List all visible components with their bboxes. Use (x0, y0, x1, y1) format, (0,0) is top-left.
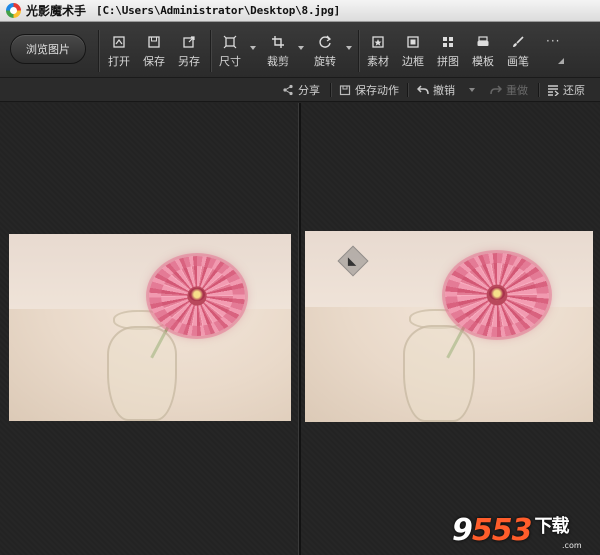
redo-label: 重做 (506, 84, 528, 97)
expand-corner-icon[interactable] (558, 58, 564, 64)
collage-label: 拼图 (437, 55, 459, 68)
watermark-digit: 9 (452, 513, 473, 548)
template-label: 模板 (472, 55, 494, 68)
panel-divider[interactable] (298, 103, 301, 555)
save-action-label: 保存动作 (355, 84, 399, 97)
rotate-icon (310, 32, 340, 50)
rotate-label: 旋转 (314, 55, 336, 68)
undo-label: 撤销 (433, 84, 455, 97)
collage-icon (433, 32, 463, 50)
material-icon (363, 32, 393, 50)
redo-button[interactable]: 重做 (490, 82, 528, 98)
browse-images-button[interactable]: 浏览图片 (10, 34, 86, 64)
save-action-button[interactable]: 保存动作 (339, 82, 399, 98)
share-icon (283, 84, 293, 96)
toolbar-separator (98, 30, 99, 72)
open-button[interactable]: 打开 (104, 32, 134, 72)
share-label: 分享 (298, 84, 320, 97)
action-separator (407, 83, 408, 97)
brush-label: 画笔 (507, 55, 529, 68)
undo-dropdown-icon[interactable] (469, 88, 475, 92)
crop-icon (263, 32, 293, 50)
toolbar-separator (358, 30, 359, 72)
undo-icon (417, 85, 429, 95)
border-label: 边框 (402, 55, 424, 68)
save-as-icon (174, 32, 204, 50)
watermark-digits: 553 (471, 513, 533, 548)
site-watermark: 9553 下载 (452, 512, 570, 548)
app-logo-icon (6, 3, 21, 18)
more-tools-button[interactable]: ··· (546, 34, 560, 48)
resize-dropdown-icon[interactable] (250, 46, 256, 50)
brush-icon (503, 32, 533, 50)
save-action-icon (339, 85, 351, 96)
main-toolbar: 浏览图片 打开 保存 另存 尺寸 裁剪 旋转 素材 边框 拼图 模板 画笔 ··… (0, 22, 600, 78)
action-separator (538, 83, 539, 97)
resize-label: 尺寸 (219, 55, 241, 68)
share-button[interactable]: 分享 (282, 82, 320, 98)
vase (403, 325, 475, 422)
crop-button[interactable]: 裁剪 (263, 32, 293, 72)
rotate-button[interactable]: 旋转 (310, 32, 340, 72)
border-button[interactable]: 边框 (398, 32, 428, 72)
border-icon (398, 32, 428, 50)
watermark-suffix: 下载 (534, 516, 570, 537)
save-as-label: 另存 (178, 55, 200, 68)
vase (107, 326, 177, 421)
compare-handle-icon: ◣ (347, 254, 357, 268)
watermark-domain: .com (562, 541, 582, 550)
brush-button[interactable]: 画笔 (503, 32, 533, 72)
action-separator (330, 83, 331, 97)
restore-button[interactable]: 还原 (547, 82, 585, 98)
material-button[interactable]: 素材 (363, 32, 393, 72)
restore-icon (548, 85, 559, 96)
resize-button[interactable]: 尺寸 (215, 32, 245, 72)
save-as-button[interactable]: 另存 (174, 32, 204, 72)
title-bar: 光影魔术手 [C:\Users\Administrator\Desktop\8.… (0, 0, 600, 22)
file-path: [C:\Users\Administrator\Desktop\8.jpg] (96, 4, 341, 17)
action-bar: 分享 保存动作 撤销 重做 还原 (0, 78, 600, 102)
flower (445, 253, 549, 337)
app-title: 光影魔术手 (26, 4, 87, 18)
save-icon (139, 32, 169, 50)
crop-dropdown-icon[interactable] (298, 46, 304, 50)
restore-label: 还原 (563, 84, 585, 97)
resize-icon (215, 32, 245, 50)
crop-label: 裁剪 (267, 55, 289, 68)
undo-button[interactable]: 撤销 (417, 82, 455, 98)
material-label: 素材 (367, 55, 389, 68)
flower-center (488, 286, 506, 301)
original-image[interactable] (9, 234, 291, 421)
compare-view (0, 103, 600, 555)
template-button[interactable]: 模板 (468, 32, 498, 72)
flower-center (189, 288, 205, 301)
rotate-dropdown-icon[interactable] (346, 46, 352, 50)
redo-icon (490, 85, 502, 95)
template-icon (468, 32, 498, 50)
flower (149, 256, 245, 336)
save-button[interactable]: 保存 (139, 32, 169, 72)
collage-button[interactable]: 拼图 (433, 32, 463, 72)
save-label: 保存 (143, 55, 165, 68)
open-icon (104, 32, 134, 50)
toolbar-separator (210, 30, 211, 72)
open-label: 打开 (108, 55, 130, 68)
